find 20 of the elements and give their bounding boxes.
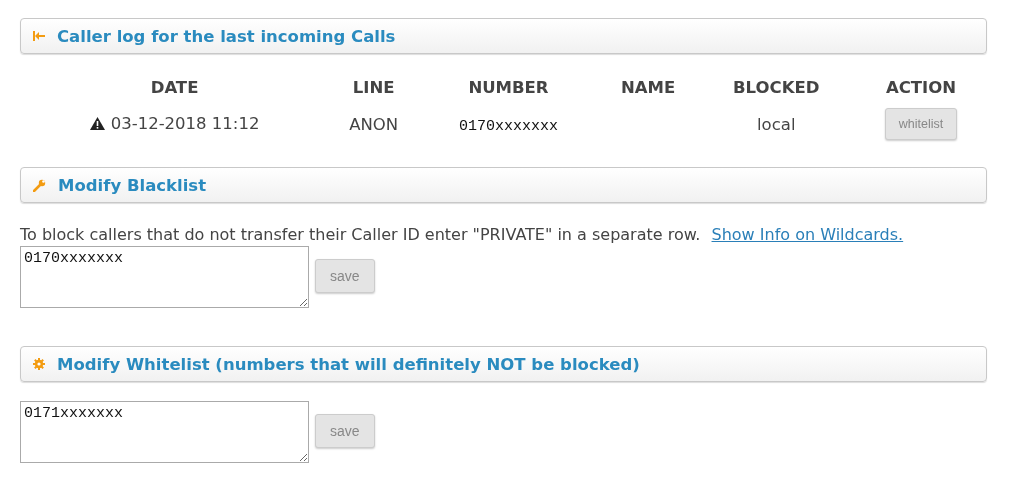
section-title: Modify Whitelist (numbers that will definitely NOT be blocked) [57,354,640,374]
table-cell: ANON [349,114,399,134]
blacklist-field[interactable]: 0170xxxxxxx [20,246,309,308]
column-header: NUMBER [467,77,550,99]
wrench-icon [33,178,46,192]
whitelist-field[interactable]: 0171xxxxxxx [20,401,309,463]
section-title: Caller log for the last incoming Calls [57,26,396,46]
table-cell: 0170xxxxxxx [458,118,558,135]
column-header: ACTION [884,77,957,99]
column-header: NAME [619,77,677,99]
wildcards-link[interactable]: Show Info on Wildcards. [711,225,904,244]
column-header: LINE [351,77,396,99]
section-title: Modify Blacklist [58,175,207,195]
arrow-to-line-icon [33,31,45,41]
column-header: DATE [149,77,200,99]
table-cell: 03-12-2018 11:12 [110,114,260,133]
column-header: BLOCKED [732,77,821,99]
description-text: To block callers that do not transfer their Caller ID enter "PRIVATE" in a separate row. [20,225,701,244]
table-cell: local [757,114,796,134]
gear-icon [33,358,45,370]
